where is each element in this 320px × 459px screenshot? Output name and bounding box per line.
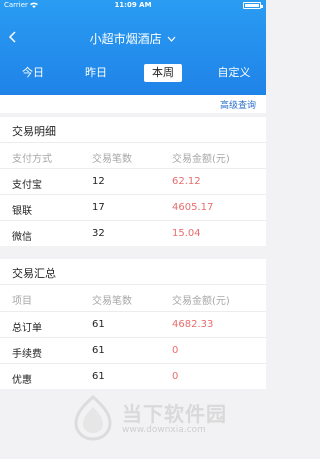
transaction-details-card: 交易明细 支付方式 交易笔数 交易金额(元) 支付宝 12 62.12 银联 1… [0, 117, 266, 246]
transaction-amount: 0 [172, 345, 179, 356]
table-header-row: 支付方式 交易笔数 交易金额(元) [0, 142, 266, 167]
advanced-query-link[interactable]: 高级查询 [220, 98, 256, 111]
tab-today[interactable]: 今日 [16, 64, 50, 82]
payment-method: 微信 [12, 232, 32, 243]
summary-item: 总订单 [12, 323, 42, 334]
transaction-amount: 62.12 [172, 176, 201, 187]
column-header: 交易笔数 [92, 296, 132, 307]
status-time: 11:09 AM [114, 1, 152, 9]
table-row[interactable]: 微信 32 15.04 [0, 220, 266, 245]
table-row[interactable]: 银联 17 4605.17 [0, 194, 266, 219]
column-header: 项目 [12, 296, 32, 307]
tab-custom[interactable]: 自定义 [210, 64, 258, 82]
column-header: 支付方式 [12, 154, 52, 165]
table-row[interactable]: 优惠 61 0 [0, 363, 266, 388]
advanced-query-bar: 高级查询 [0, 95, 266, 113]
summary-title: 交易汇总 [12, 267, 56, 280]
watermark-text: 当下软件园 [122, 402, 227, 426]
summary-item: 手续费 [12, 349, 42, 360]
column-header: 交易笔数 [92, 154, 132, 165]
page-title: 小超市烟酒店 [89, 32, 162, 46]
transaction-amount: 15.04 [172, 228, 201, 239]
store-selector[interactable]: 小超市烟酒店 [0, 30, 266, 47]
transaction-summary-card: 交易汇总 项目 交易笔数 交易金额(元) 总订单 61 4682.33 手续费 … [0, 259, 266, 389]
column-header: 交易金额(元) [172, 154, 230, 165]
column-header: 交易金额(元) [172, 296, 230, 307]
chevron-down-icon [167, 36, 176, 42]
details-title: 交易明细 [12, 125, 56, 138]
payment-method: 支付宝 [12, 180, 42, 191]
transaction-count: 61 [92, 319, 105, 330]
payment-method: 银联 [12, 206, 32, 217]
tab-yesterday[interactable]: 昨日 [79, 64, 113, 82]
transaction-count: 32 [92, 228, 105, 239]
table-row[interactable]: 支付宝 12 62.12 [0, 168, 266, 193]
transaction-count: 61 [92, 371, 105, 382]
table-row[interactable]: 手续费 61 0 [0, 337, 266, 362]
watermark: 当下软件园 www.downxia.com [72, 395, 252, 441]
transaction-count: 12 [92, 176, 105, 187]
table-row[interactable]: 总订单 61 4682.33 [0, 311, 266, 336]
battery-icon [243, 2, 263, 9]
tab-this-week[interactable]: 本周 [144, 64, 182, 82]
transaction-count: 61 [92, 345, 105, 356]
summary-item: 优惠 [12, 375, 32, 386]
watermark-url: www.downxia.com [122, 425, 206, 435]
status-bar: Carrier 11:09 AM [0, 0, 266, 10]
watermark-logo-icon [74, 395, 112, 441]
transaction-amount: 4605.17 [172, 202, 214, 213]
app-header: Carrier 11:09 AM 小超市烟酒店 今日 昨日 本周 自定义 [0, 0, 266, 95]
table-header-row: 项目 交易笔数 交易金额(元) [0, 284, 266, 309]
date-tabs: 今日 昨日 本周 自定义 [0, 64, 266, 84]
transaction-amount: 4682.33 [172, 319, 214, 330]
transaction-count: 17 [92, 202, 105, 213]
transaction-amount: 0 [172, 371, 179, 382]
